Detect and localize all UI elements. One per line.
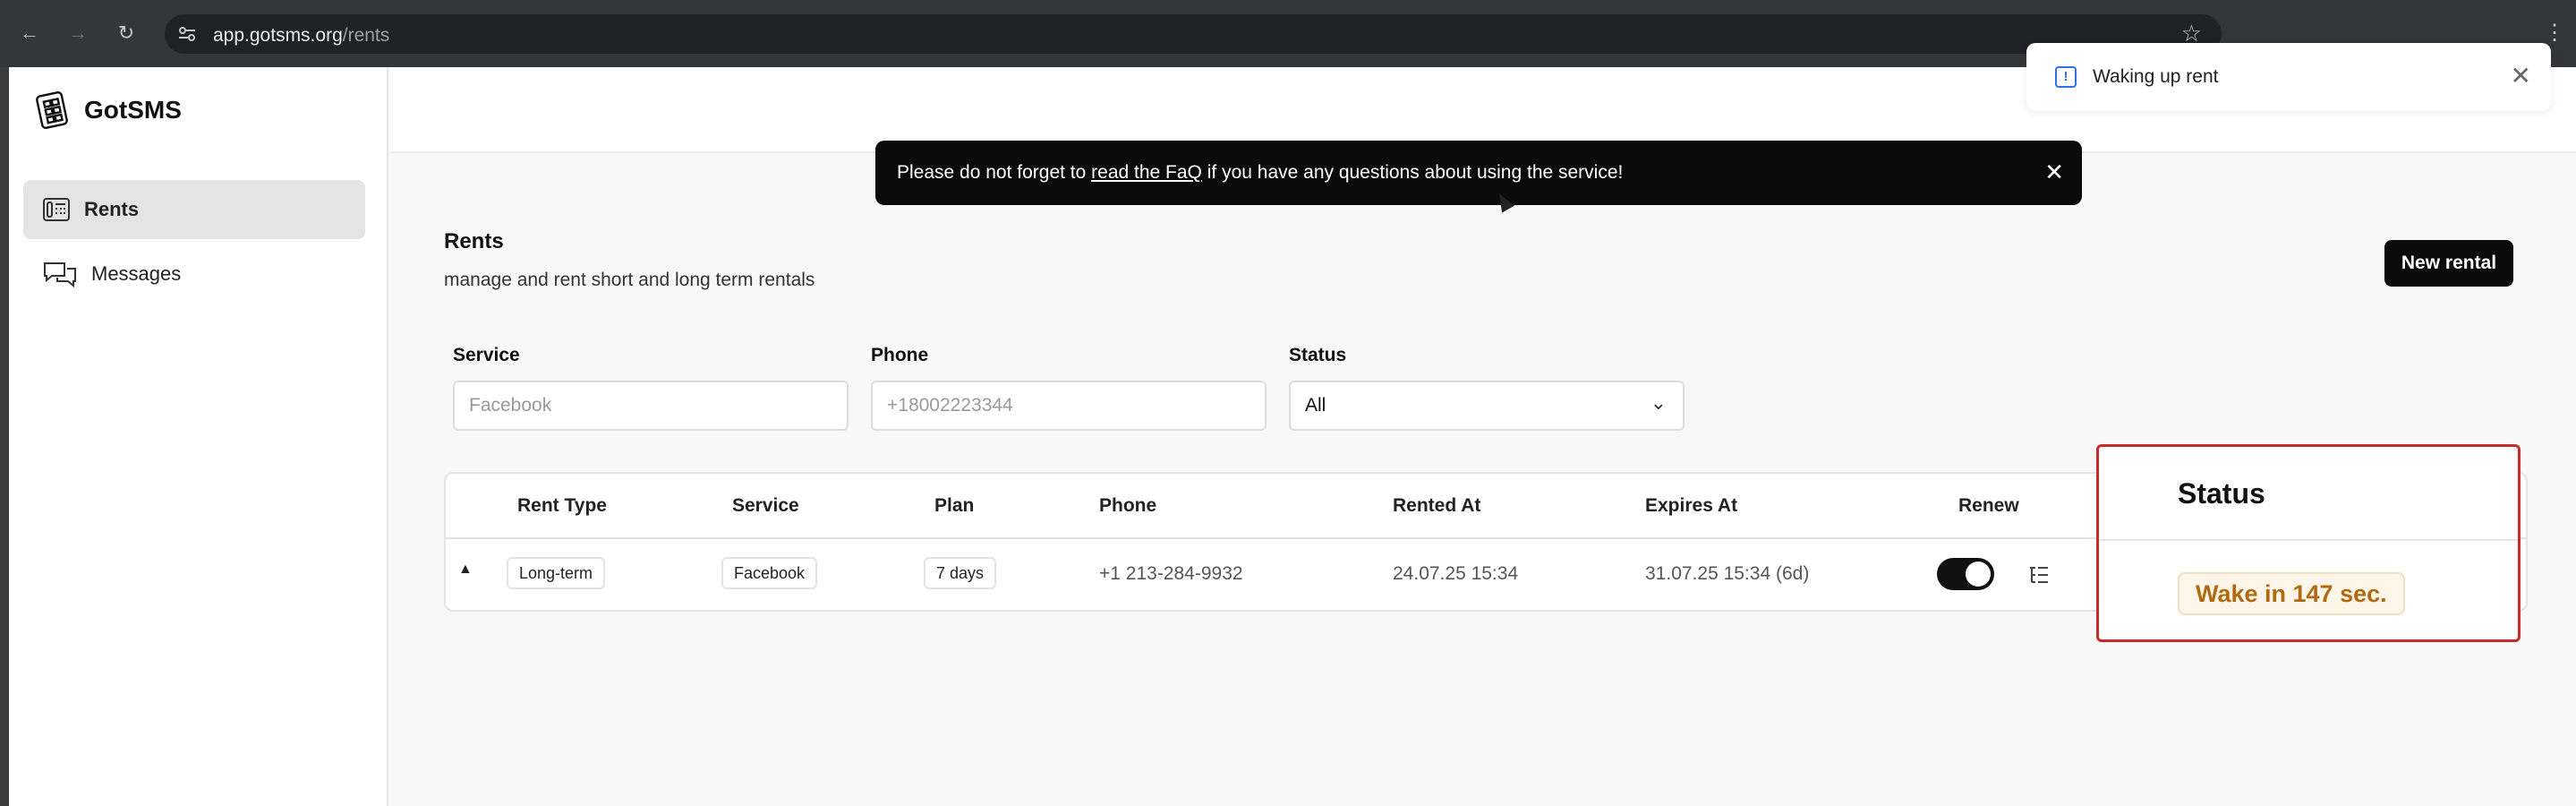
list-settings-icon[interactable] bbox=[2028, 565, 2050, 585]
status-column-title: Status bbox=[2178, 477, 2265, 510]
column-rented-at[interactable]: Rented At bbox=[1393, 495, 1480, 517]
info-icon: ! bbox=[2055, 66, 2077, 88]
faq-banner: Please do not forget to read the FaQ if … bbox=[875, 141, 2082, 205]
service-filter-input[interactable] bbox=[453, 381, 849, 431]
service-filter-label: Service bbox=[453, 345, 520, 365]
url-path: /rents bbox=[342, 25, 390, 46]
status-filter-label: Status bbox=[1289, 345, 1347, 365]
rented-at-cell: 24.07.25 15:34 bbox=[1393, 563, 1519, 584]
url-host: app.gotsms.org bbox=[213, 25, 343, 46]
close-icon[interactable]: ✕ bbox=[2511, 61, 2531, 90]
forward-icon[interactable]: → bbox=[64, 20, 91, 47]
brand[interactable]: GotSMS bbox=[36, 90, 182, 130]
status-filter-value: All bbox=[1305, 395, 1326, 416]
column-expires-at[interactable]: Expires At bbox=[1645, 495, 1737, 517]
phone-filter-label: Phone bbox=[871, 345, 929, 365]
column-phone[interactable]: Phone bbox=[1099, 495, 1156, 517]
chevron-down-icon: ⌄ bbox=[1650, 391, 1667, 414]
toast-text: Waking up rent bbox=[2093, 66, 2219, 87]
column-renew[interactable]: Renew bbox=[1958, 495, 2019, 517]
gotsms-logo-icon bbox=[36, 91, 68, 129]
url-text: app.gotsms.org/rents bbox=[213, 25, 389, 47]
page-subtitle: manage and rent short and long term rent… bbox=[444, 270, 815, 290]
status-column-highlight: Status Wake in 147 sec. bbox=[2096, 444, 2521, 642]
banner-text-after: if you have any questions about using th… bbox=[1207, 162, 1624, 183]
sidebar: GotSMS Rents Messages bbox=[9, 67, 388, 806]
column-service[interactable]: Service bbox=[732, 495, 799, 517]
banner-text-before: Please do not forget to bbox=[897, 162, 1087, 183]
rents-icon bbox=[43, 198, 70, 221]
faq-link[interactable]: read the FaQ bbox=[1091, 162, 1202, 184]
toast-notification: ! Waking up rent ✕ bbox=[2026, 43, 2551, 111]
sidebar-item-rents[interactable]: Rents bbox=[23, 180, 365, 239]
service-tag: Facebook bbox=[721, 557, 818, 589]
status-column-header: Status bbox=[2099, 447, 2518, 541]
phone-cell: +1 213-284-9932 bbox=[1099, 563, 1243, 584]
back-icon[interactable]: ← bbox=[16, 20, 43, 47]
column-plan[interactable]: Plan bbox=[934, 495, 974, 517]
toggle-knob bbox=[1966, 562, 1991, 587]
banner-close-icon[interactable]: ✕ bbox=[2044, 159, 2064, 185]
reload-icon[interactable]: ↻ bbox=[113, 20, 140, 47]
browser-menu-icon[interactable]: ⋮ bbox=[2544, 20, 2565, 46]
phone-filter-input[interactable] bbox=[871, 381, 1267, 431]
status-badge: Wake in 147 sec. bbox=[2178, 572, 2405, 615]
expires-at-cell: 31.07.25 15:34 (6d) bbox=[1645, 563, 1810, 584]
brand-name: GotSMS bbox=[84, 96, 182, 124]
address-bar[interactable]: app.gotsms.org/rents ☆ bbox=[165, 14, 2222, 54]
plan-tag: 7 days bbox=[924, 557, 997, 589]
column-rent-type[interactable]: Rent Type bbox=[517, 495, 607, 517]
page-title: Rents bbox=[444, 229, 504, 253]
new-rental-button[interactable]: New rental bbox=[2384, 240, 2513, 287]
sidebar-item-label: Rents bbox=[84, 198, 140, 220]
renew-toggle[interactable] bbox=[1937, 558, 1994, 590]
sidebar-item-label: Messages bbox=[91, 262, 182, 285]
sidebar-item-messages[interactable]: Messages bbox=[23, 244, 365, 304]
site-settings-icon[interactable] bbox=[177, 24, 197, 44]
expand-row-icon[interactable]: ▲ bbox=[458, 562, 473, 578]
messages-icon bbox=[44, 262, 76, 287]
status-filter-select[interactable]: All ⌄ bbox=[1289, 381, 1685, 431]
rent-type-tag: Long-term bbox=[507, 557, 606, 589]
